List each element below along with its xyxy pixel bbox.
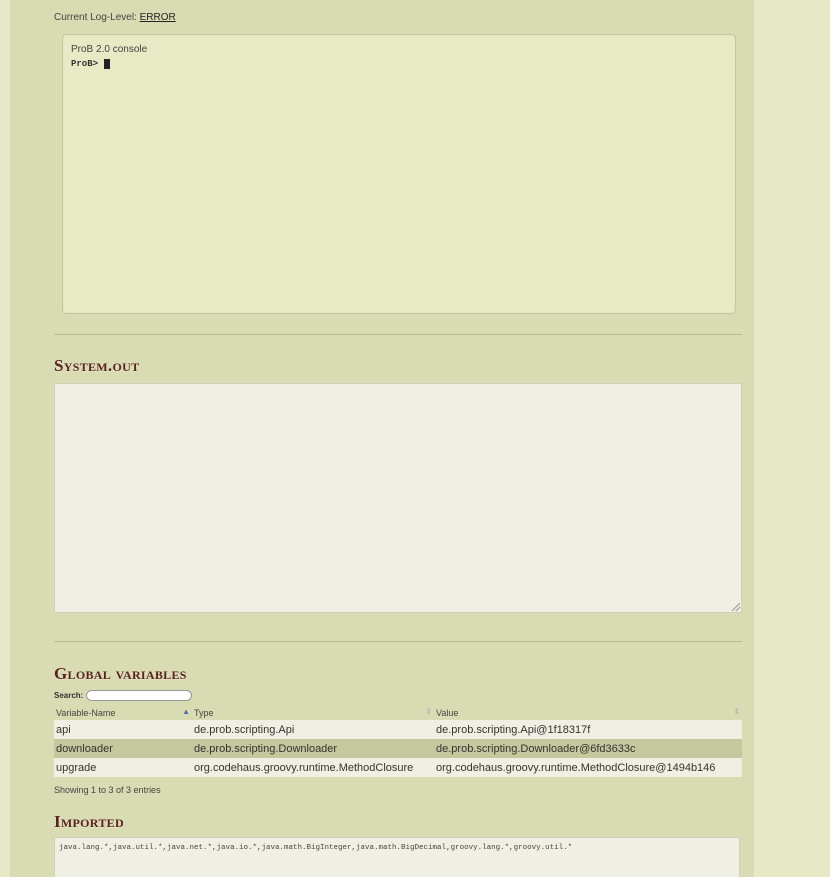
cell-variable-name: upgrade (54, 758, 192, 777)
cell-type: de.prob.scripting.Downloader (192, 739, 434, 758)
search-label: Search: (54, 691, 84, 700)
log-level-line: Current Log-Level: ERROR (54, 12, 176, 23)
console-prompt: ProB> (71, 59, 99, 69)
page-container: Current Log-Level: ERROR ProB 2.0 consol… (10, 0, 754, 877)
table-header-row: Variable-Name ▲ Type ⬍ Value ⬍ (54, 705, 742, 720)
sort-both-icon: ⬍ (733, 707, 740, 716)
column-header-type[interactable]: Type ⬍ (192, 705, 434, 720)
cell-type: org.codehaus.groovy.runtime.MethodClosur… (192, 758, 434, 777)
console-cursor (104, 59, 111, 69)
log-level-label: Current Log-Level: (54, 12, 140, 23)
cell-variable-name: downloader (54, 739, 192, 758)
table-row[interactable]: upgrade org.codehaus.groovy.runtime.Meth… (54, 758, 742, 777)
cell-value: org.codehaus.groovy.runtime.MethodClosur… (434, 758, 742, 777)
resize-grip-icon[interactable] (732, 603, 740, 611)
divider (54, 641, 742, 642)
column-header-value[interactable]: Value ⬍ (434, 705, 742, 720)
search-row: Search: (54, 690, 193, 701)
column-header-variable-name[interactable]: Variable-Name ▲ (54, 705, 192, 720)
system-out-textarea[interactable] (54, 383, 742, 613)
system-out-title: System.out (54, 356, 140, 375)
table-row[interactable]: downloader de.prob.scripting.Downloader … (54, 739, 742, 758)
sort-ascending-icon: ▲ (182, 707, 190, 716)
console-title: ProB 2.0 console (71, 44, 148, 55)
table-info: Showing 1 to 3 of 3 entries (54, 785, 161, 795)
cell-value: de.prob.scripting.Api@1f18317f (434, 720, 742, 739)
cell-value: de.prob.scripting.Downloader@6fd3633c (434, 739, 742, 758)
log-level-link[interactable]: ERROR (140, 12, 176, 23)
search-input[interactable] (86, 690, 193, 701)
global-variables-title: Global variables (54, 664, 187, 683)
console-prompt-line[interactable]: ProB> (71, 59, 111, 69)
divider (54, 334, 742, 335)
cell-type: de.prob.scripting.Api (192, 720, 434, 739)
prob-console[interactable]: ProB 2.0 console ProB> (62, 34, 736, 314)
cell-variable-name: api (54, 720, 192, 739)
table-row[interactable]: api de.prob.scripting.Api de.prob.script… (54, 720, 742, 739)
global-variables-table: Variable-Name ▲ Type ⬍ Value ⬍ api de.pr… (54, 705, 742, 777)
imported-title: Imported (54, 812, 124, 831)
imported-textarea[interactable]: java.lang.*,java.util.*,java.net.*,java.… (54, 837, 740, 877)
sort-both-icon: ⬍ (425, 707, 432, 716)
